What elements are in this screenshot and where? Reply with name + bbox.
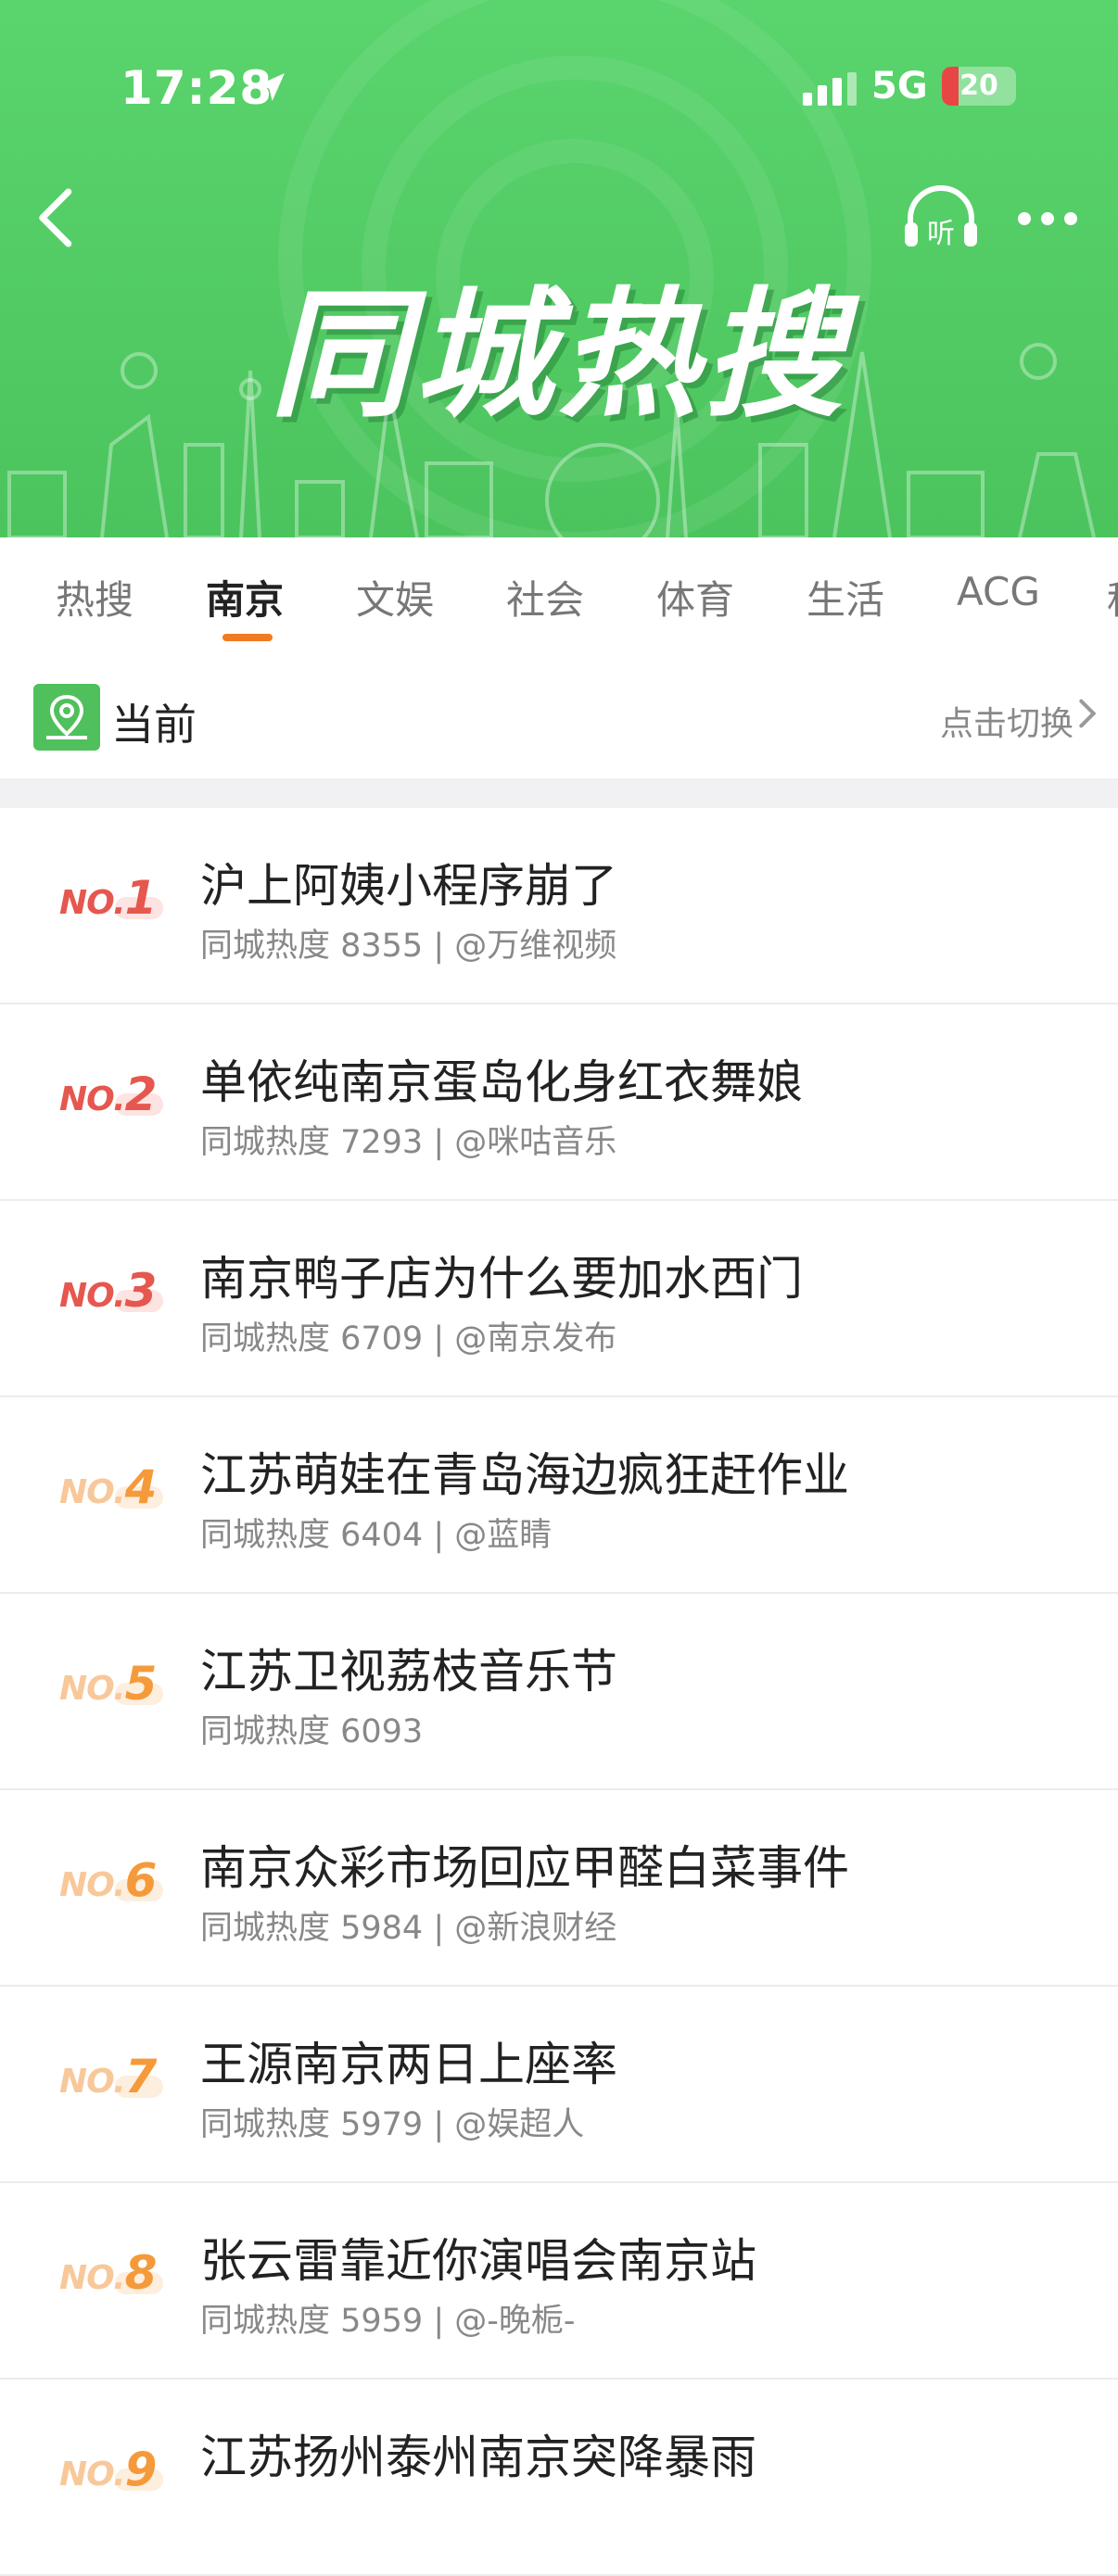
battery-icon: 20: [942, 67, 1016, 106]
tab-hot-search[interactable]: 热搜: [56, 569, 133, 625]
list-item[interactable]: NO.8 张云雷靠近你演唱会南京站 同城热度 5959 | @-晚栀-: [0, 2183, 1118, 2380]
list-item[interactable]: NO.4 江苏萌娃在青岛海边疯狂赶作业 同城热度 6404 | @蓝睛: [0, 1397, 1118, 1594]
switch-location-link[interactable]: 点击切换: [940, 697, 1074, 745]
section-divider: [0, 778, 1118, 808]
tab-society[interactable]: 社会: [506, 569, 584, 625]
active-tab-indicator: [222, 634, 273, 641]
rank-badge: NO.5: [59, 1655, 171, 1720]
rank-badge: NO.7: [59, 2048, 171, 2113]
tab-acg[interactable]: ACG: [957, 569, 1040, 614]
item-title: 王源南京两日上座率: [200, 2038, 617, 2091]
item-meta: 同城热度 7293 | @咪咕音乐: [200, 1124, 617, 1161]
rank-prefix: NO.: [59, 1277, 126, 1315]
category-tabs: 热搜 南京 文娱 社会 体育 生活 ACG 科: [0, 537, 1118, 649]
city-skyline-illustration: [7, 343, 1096, 537]
rank-badge: NO.1: [59, 869, 171, 934]
rank-number: 3: [124, 1264, 158, 1318]
list-item[interactable]: NO.7 王源南京两日上座率 同城热度 5979 | @娱超人: [0, 1987, 1118, 2183]
more-options-button[interactable]: [1010, 200, 1085, 237]
rank-badge: NO.8: [59, 2244, 171, 2309]
back-chevron-icon[interactable]: [26, 185, 82, 250]
list-item[interactable]: NO.9 江苏扬州泰州南京突降暴雨: [0, 2380, 1118, 2576]
rank-prefix: NO.: [59, 1670, 126, 1708]
rank-prefix: NO.: [59, 1473, 126, 1511]
rank-prefix: NO.: [59, 1866, 126, 1904]
status-bar: 17:28 5G 20: [0, 56, 1118, 120]
list-item[interactable]: NO.1 沪上阿姨小程序崩了 同城热度 8355 | @万维视频: [0, 808, 1118, 1004]
item-title: 南京鸭子店为什么要加水西门: [200, 1252, 803, 1306]
item-title: 沪上阿姨小程序崩了: [200, 859, 617, 913]
item-meta: 同城热度 6093: [200, 1713, 424, 1750]
tab-tech[interactable]: 科: [1107, 569, 1118, 625]
item-title: 单依纯南京蛋岛化身红衣舞娘: [200, 1055, 803, 1109]
current-location-label: 当前: [111, 700, 197, 750]
list-item[interactable]: NO.3 南京鸭子店为什么要加水西门 同城热度 6709 | @南京发布: [0, 1201, 1118, 1397]
item-meta: 同城热度 5959 | @-晚栀-: [200, 2303, 576, 2340]
list-item[interactable]: NO.2 单依纯南京蛋岛化身红衣舞娘 同城热度 7293 | @咪咕音乐: [0, 1004, 1118, 1201]
rank-badge: NO.4: [59, 1458, 171, 1523]
rank-prefix: NO.: [59, 884, 126, 922]
tab-sports[interactable]: 体育: [656, 569, 734, 625]
rank-badge: NO.3: [59, 1262, 171, 1327]
rank-prefix: NO.: [59, 2259, 126, 2297]
rank-number: 8: [124, 2246, 158, 2300]
item-meta: 同城热度 6404 | @蓝睛: [200, 1517, 553, 1554]
item-meta: 同城热度 5979 | @娱超人: [200, 2106, 585, 2143]
tab-nanjing[interactable]: 南京: [206, 569, 284, 625]
map-pin-icon: [33, 684, 100, 751]
item-title: 江苏萌娃在青岛海边疯狂赶作业: [200, 1448, 849, 1502]
hot-search-list: NO.1 沪上阿姨小程序崩了 同城热度 8355 | @万维视频 NO.2 单依…: [0, 808, 1118, 2576]
tab-entertainment[interactable]: 文娱: [356, 569, 434, 625]
more-dot-icon: [1064, 212, 1077, 225]
more-dot-icon: [1041, 212, 1054, 225]
rank-number: 6: [124, 1853, 158, 1907]
chevron-right-icon[interactable]: [1074, 695, 1101, 732]
rank-number: 4: [124, 1460, 158, 1514]
item-title: 江苏扬州泰州南京突降暴雨: [200, 2431, 756, 2484]
rank-badge: NO.9: [59, 2441, 171, 2506]
network-type: 5G: [871, 65, 928, 107]
item-title: 南京众彩市场回应甲醛白菜事件: [200, 1841, 849, 1895]
rank-prefix: NO.: [59, 2456, 126, 2494]
list-item[interactable]: NO.5 江苏卫视荔枝音乐节 同城热度 6093: [0, 1594, 1118, 1790]
rank-number: 2: [124, 1067, 158, 1121]
rank-number: 5: [124, 1657, 158, 1711]
rank-prefix: NO.: [59, 1080, 126, 1118]
rank-number: 1: [124, 871, 158, 925]
rank-number: 7: [124, 2050, 158, 2103]
status-time: 17:28: [121, 61, 273, 115]
item-meta: 同城热度 5984 | @新浪财经: [200, 1910, 617, 1947]
more-dot-icon: [1018, 212, 1031, 225]
rank-badge: NO.2: [59, 1066, 171, 1130]
battery-level: 20: [959, 69, 998, 102]
header-banner: 17:28 5G 20 听 同城热搜: [0, 0, 1118, 537]
list-item[interactable]: NO.6 南京众彩市场回应甲醛白菜事件 同城热度 5984 | @新浪财经: [0, 1790, 1118, 1987]
location-bar: 当前 点击切换: [0, 649, 1118, 778]
location-arrow-icon: [257, 73, 285, 101]
tab-life[interactable]: 生活: [807, 569, 884, 625]
rank-prefix: NO.: [59, 2063, 126, 2101]
item-title: 张云雷靠近你演唱会南京站: [200, 2234, 756, 2288]
rank-badge: NO.6: [59, 1851, 171, 1916]
item-title: 江苏卫视荔枝音乐节: [200, 1645, 617, 1698]
item-meta: 同城热度 8355 | @万维视频: [200, 928, 617, 965]
rank-number: 9: [124, 2443, 158, 2496]
item-meta: 同城热度 6709 | @南京发布: [200, 1320, 617, 1357]
